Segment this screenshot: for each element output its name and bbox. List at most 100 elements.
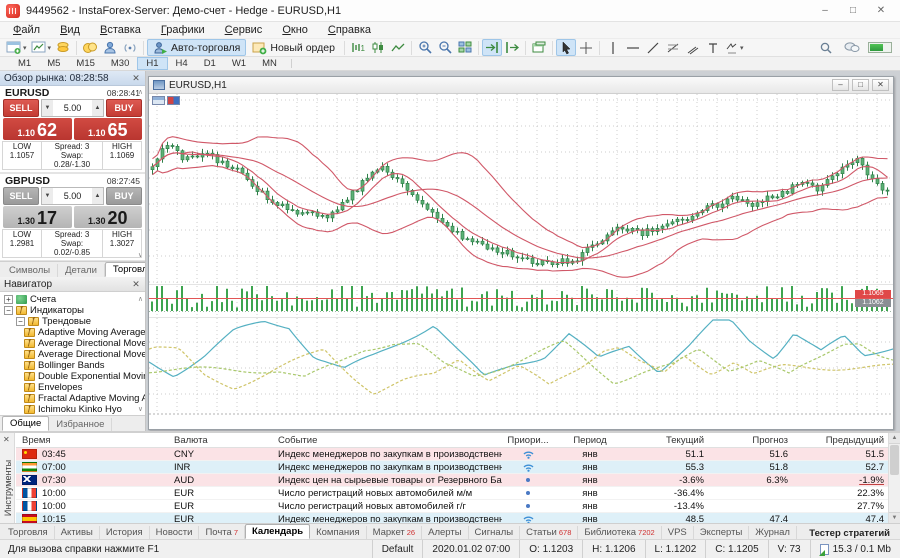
navigator-header[interactable]: Навигатор <box>0 277 145 292</box>
tab-history[interactable]: История <box>100 526 150 539</box>
bid-price[interactable]: 1.1062 <box>3 118 72 140</box>
fibonacci-tool-button[interactable] <box>663 39 683 56</box>
tab-alerts[interactable]: Алерты <box>422 526 468 539</box>
sell-button[interactable]: SELL <box>3 187 39 205</box>
depth-of-market-icon[interactable] <box>167 96 180 105</box>
crosshair-tool-button[interactable] <box>576 39 596 56</box>
col-priority[interactable]: Приори... <box>502 435 554 446</box>
templates-button[interactable] <box>529 39 549 56</box>
tf-w1[interactable]: W1 <box>224 57 254 70</box>
tf-mn[interactable]: MN <box>254 57 285 70</box>
tree-item-accounts[interactable]: Счета <box>0 294 145 305</box>
menu-tools[interactable]: Сервис <box>216 23 272 37</box>
auto-scroll-button[interactable] <box>482 39 502 56</box>
calendar-header-row[interactable]: Время Валюта Событие Приори... Период Те… <box>16 433 888 448</box>
chart-canvas[interactable]: 1.1065 1.1062 <box>149 94 893 429</box>
shapes-tool-button[interactable] <box>723 39 746 56</box>
minimize-button[interactable] <box>812 3 838 19</box>
lot-value[interactable]: 5.00 <box>53 100 92 116</box>
tree-item-indicator[interactable]: Average Directional Movement Index Wilde… <box>0 349 145 360</box>
toolbox-close-icon[interactable] <box>3 435 10 444</box>
new-order-button[interactable]: Новый ордер <box>246 39 341 56</box>
tab-trading[interactable]: Торговля <box>105 262 145 277</box>
col-forecast[interactable]: Прогноз <box>710 435 794 446</box>
tab-favorites[interactable]: Избранное <box>49 418 112 431</box>
menu-file[interactable]: Файл <box>4 23 49 37</box>
tab-codebase[interactable]: Библиотека7202 <box>578 526 661 539</box>
ask-price[interactable]: 1.1065 <box>74 118 143 140</box>
tab-trade[interactable]: Торговля <box>2 526 55 539</box>
tab-market[interactable]: Маркет26 <box>367 526 423 539</box>
tf-m30[interactable]: M30 <box>103 57 137 70</box>
signal-button[interactable] <box>120 39 140 56</box>
cursor-tool-button[interactable] <box>556 39 576 56</box>
close-button[interactable] <box>868 3 894 19</box>
tab-assets[interactable]: Активы <box>55 526 100 539</box>
tree-item-indicator[interactable]: Average Directional Movement Index <box>0 338 145 349</box>
bid-price[interactable]: 1.3017 <box>3 206 72 228</box>
tab-news[interactable]: Новости <box>150 526 200 539</box>
strategy-tester-label[interactable]: Тестер стратегий <box>809 528 896 539</box>
navigator-close-icon[interactable] <box>131 279 141 290</box>
scroll-up-icon[interactable] <box>889 433 900 444</box>
tf-m15[interactable]: M15 <box>68 57 102 70</box>
market-watch-header[interactable]: Обзор рынка: 08:28:58 <box>0 71 145 86</box>
user-button[interactable] <box>100 39 120 56</box>
calendar-row[interactable]: 03:45 CNY Индекс менеджеров по закупкам … <box>16 448 888 461</box>
lot-increase-icon[interactable] <box>92 188 103 204</box>
calendar-row[interactable]: 07:00 INR Индекс менеджеров по закупкам … <box>16 461 888 474</box>
col-event[interactable]: Событие <box>278 435 502 446</box>
menu-insert[interactable]: Вставка <box>91 23 150 37</box>
chart-shift-button[interactable] <box>502 39 522 56</box>
calendar-row[interactable]: 07:30 AUD Индекс цен на сырьевые товары … <box>16 474 888 487</box>
tab-mail[interactable]: Почта7 <box>199 526 245 539</box>
algo-trading-icon-button[interactable] <box>53 39 73 56</box>
zoom-in-button[interactable] <box>415 39 435 56</box>
col-actual[interactable]: Текущий <box>626 435 710 446</box>
calendar-scrollbar[interactable] <box>888 433 900 523</box>
line-chart-mode-button[interactable] <box>388 39 408 56</box>
chart-window-titlebar[interactable]: EURUSD,H1 <box>149 77 893 94</box>
horizontal-line-tool-button[interactable] <box>623 39 643 56</box>
vertical-line-tool-button[interactable] <box>603 39 623 56</box>
col-currency[interactable]: Валюта <box>174 435 278 446</box>
tf-m1[interactable]: M1 <box>10 57 39 70</box>
maximize-button[interactable] <box>840 3 866 19</box>
chart-maximize-button[interactable] <box>852 79 869 91</box>
tab-experts[interactable]: Эксперты <box>694 526 750 539</box>
new-chart-button[interactable] <box>4 39 29 56</box>
tab-details[interactable]: Детали <box>58 264 105 277</box>
candle-chart-mode-button[interactable] <box>368 39 388 56</box>
auto-trading-toggle[interactable]: Авто-торговля <box>147 39 246 56</box>
trendline-tool-button[interactable] <box>643 39 663 56</box>
channel-tool-button[interactable] <box>683 39 703 56</box>
col-period[interactable]: Период <box>554 435 626 446</box>
tab-calendar[interactable]: Календарь <box>245 524 310 539</box>
calendar-row[interactable]: 10:00 EUR Число регистраций новых автомо… <box>16 500 888 513</box>
profiles-button[interactable] <box>29 39 54 56</box>
market-watch-close-icon[interactable] <box>131 73 141 84</box>
tree-item-indicator[interactable]: Envelopes <box>0 382 145 393</box>
chart-close-button[interactable] <box>872 79 889 91</box>
tree-item-indicator[interactable]: Ichimoku Kinko Hyo <box>0 404 145 415</box>
lot-decrease-icon[interactable] <box>42 188 53 204</box>
menu-help[interactable]: Справка <box>319 23 380 37</box>
menu-view[interactable]: Вид <box>51 23 89 37</box>
lot-decrease-icon[interactable] <box>42 100 53 116</box>
buy-button[interactable]: BUY <box>106 187 142 205</box>
tree-item-indicator[interactable]: Fractal Adaptive Moving Average <box>0 393 145 404</box>
expand-icon[interactable] <box>4 295 13 304</box>
menu-charts[interactable]: Графики <box>152 23 214 37</box>
bar-chart-mode-button[interactable]: 1 <box>348 39 368 56</box>
chart-minimize-button[interactable] <box>832 79 849 91</box>
text-tool-button[interactable] <box>703 39 723 56</box>
menu-window[interactable]: Окно <box>273 23 317 37</box>
collapse-icon[interactable] <box>4 306 13 315</box>
scroll-down-icon[interactable]: ∨ <box>138 405 143 413</box>
search-icon[interactable] <box>816 39 836 56</box>
ask-price[interactable]: 1.3020 <box>74 206 143 228</box>
lot-value[interactable]: 5.00 <box>53 188 92 204</box>
tile-windows-button[interactable] <box>455 39 475 56</box>
calendar-row[interactable]: 10:15 EUR Индекс менеджеров по закупкам … <box>16 513 888 523</box>
lot-increase-icon[interactable] <box>92 100 103 116</box>
